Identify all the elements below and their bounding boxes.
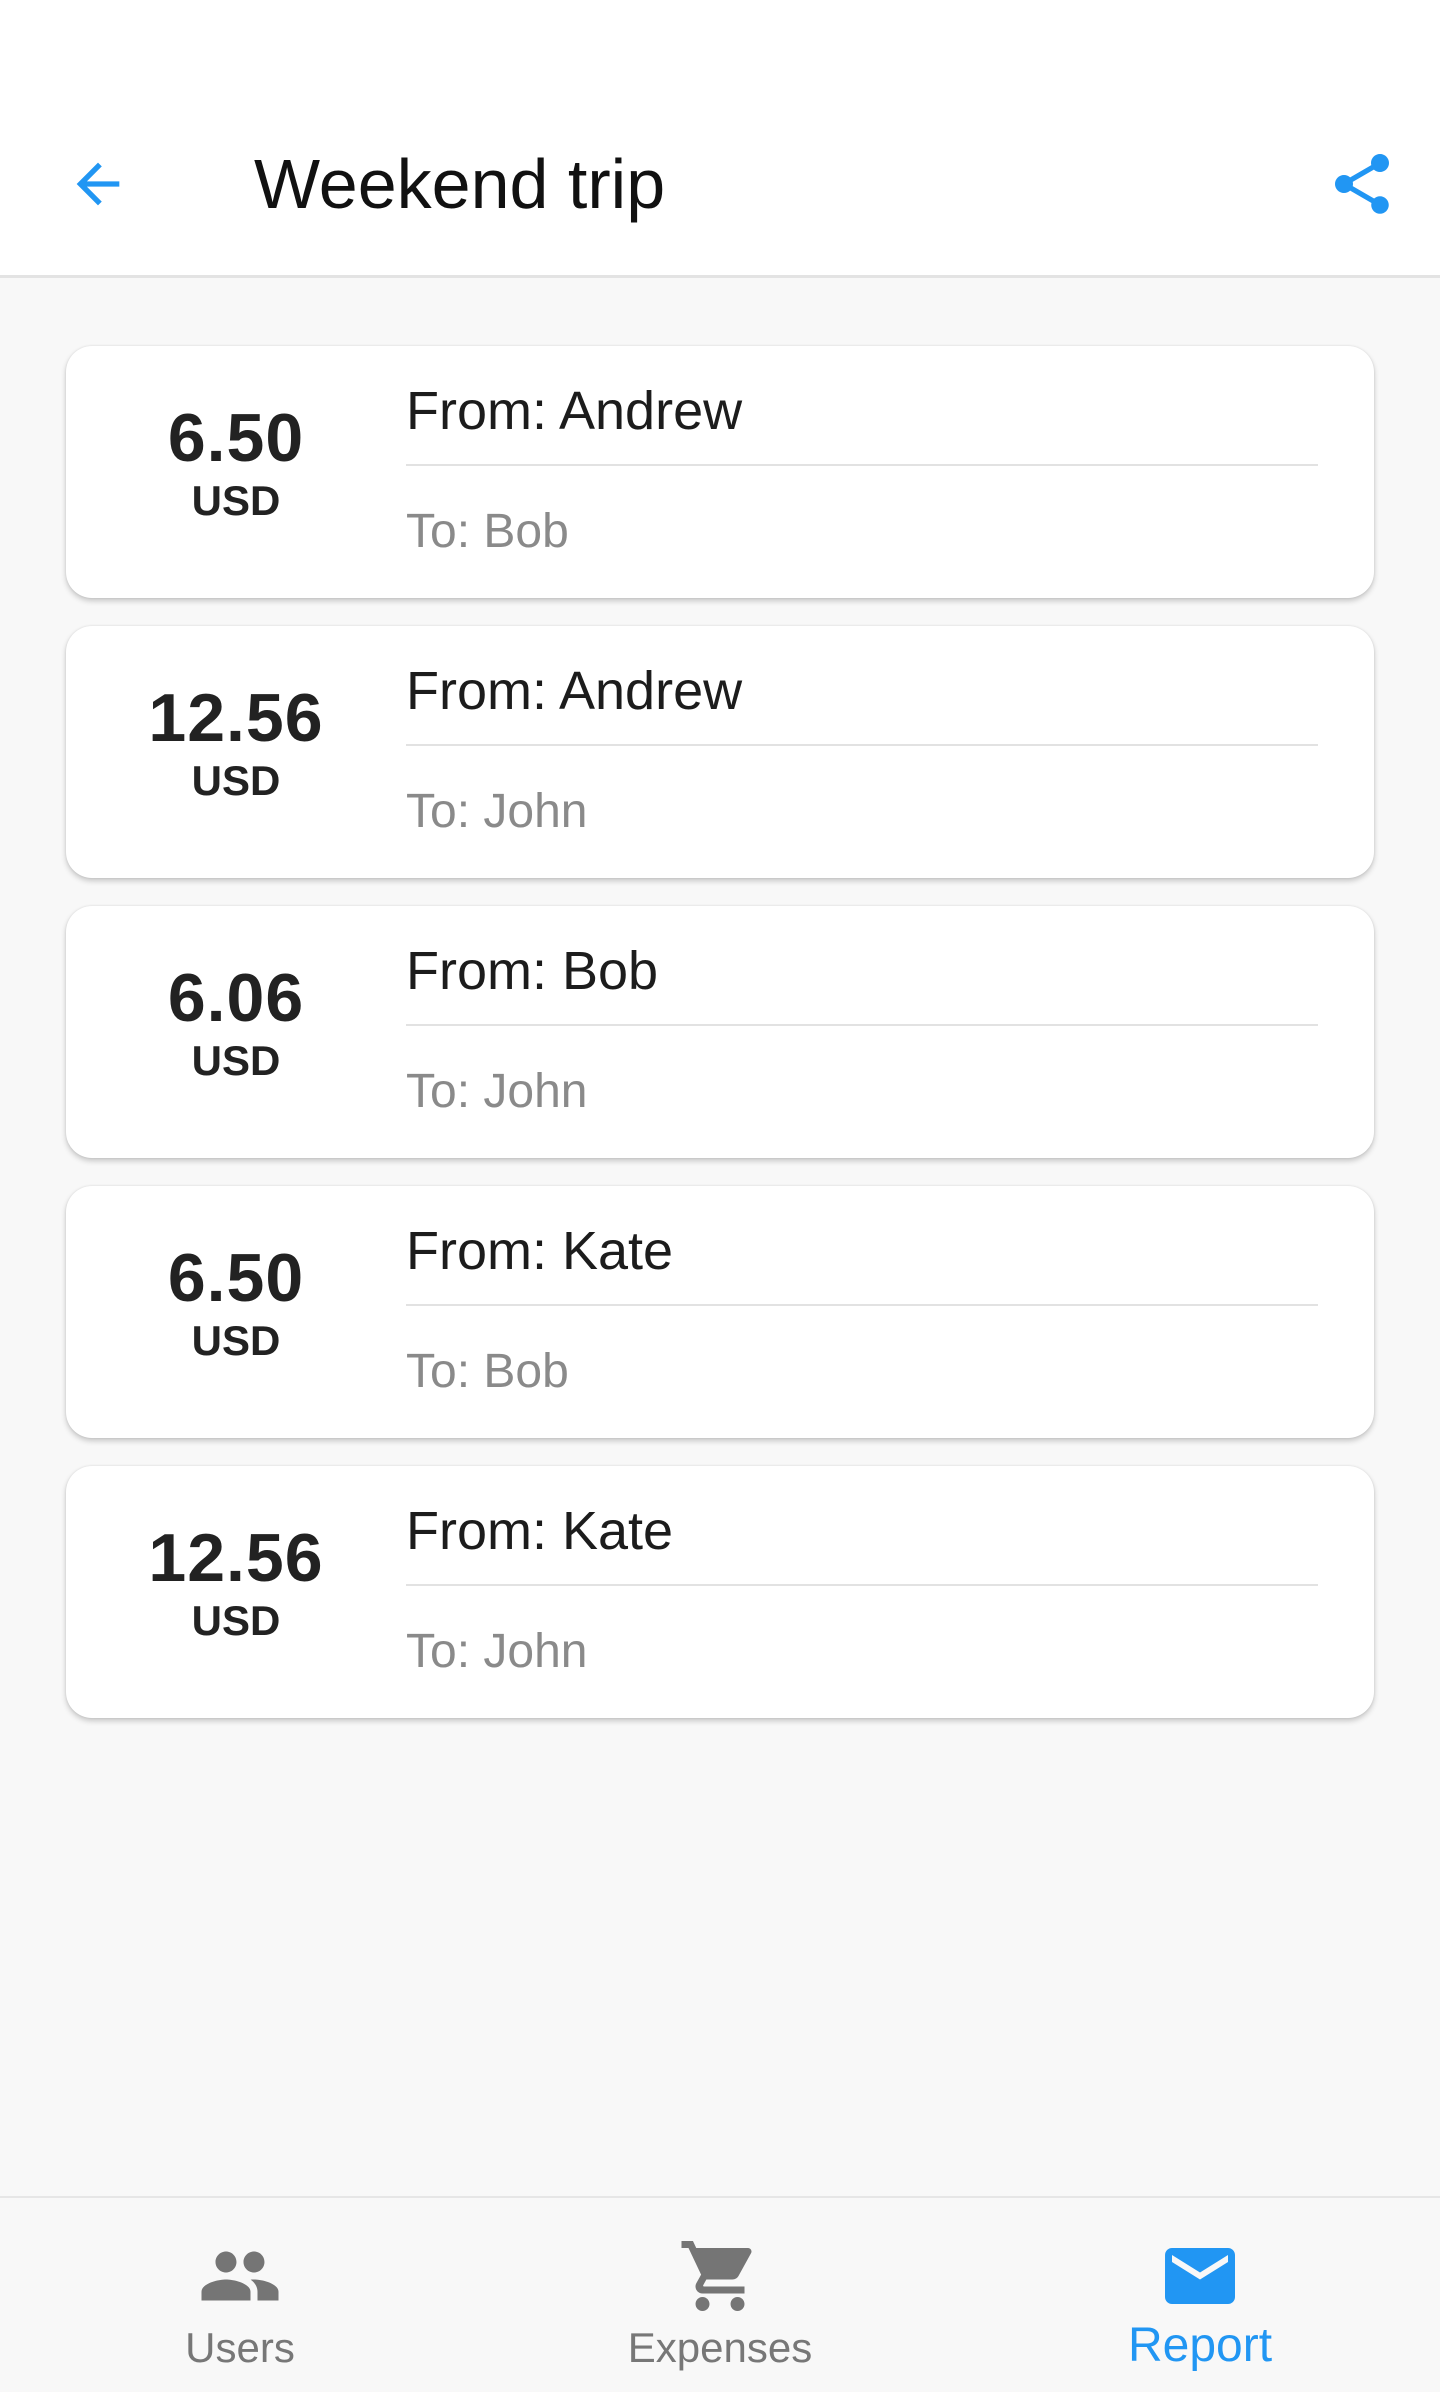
nav-item-report[interactable]: Report xyxy=(960,2198,1440,2392)
amount-currency: USD xyxy=(191,477,281,524)
status-bar xyxy=(0,0,1440,96)
transfer-list: 6.50 USD From: Andrew To: Bob 12.56 USD … xyxy=(66,346,1374,1746)
from-text: From: Kate xyxy=(406,1501,674,1561)
nav-item-users[interactable]: Users xyxy=(0,2198,480,2392)
to-text: To: John xyxy=(406,1625,588,1678)
transfer-details: From: Andrew To: John xyxy=(406,626,1318,878)
amount-value: 6.50 xyxy=(167,1240,305,1316)
transfer-card[interactable]: 12.56 USD From: Kate To: John xyxy=(66,1466,1374,1718)
amount-block: 6.06 USD xyxy=(66,964,406,1082)
amount-value: 6.50 xyxy=(167,400,305,476)
from-text: From: Andrew xyxy=(406,381,743,441)
transfer-card[interactable]: 6.50 USD From: Kate To: Bob xyxy=(66,1186,1374,1438)
transfer-details: From: Bob To: John xyxy=(406,906,1318,1158)
amount-currency: USD xyxy=(191,1597,281,1644)
cart-icon xyxy=(678,2238,762,2314)
transfer-details: From: Andrew To: Bob xyxy=(406,346,1318,598)
share-button[interactable] xyxy=(1314,136,1410,232)
amount-currency: USD xyxy=(191,1317,281,1364)
amount-block: 6.50 USD xyxy=(66,404,406,522)
bottom-navigation: Users Expenses Report xyxy=(0,2196,1440,2392)
transfer-details: From: Kate To: John xyxy=(406,1466,1318,1718)
transfer-card[interactable]: 6.06 USD From: Bob To: John xyxy=(66,906,1374,1158)
amount-currency: USD xyxy=(191,1037,281,1084)
transfer-card[interactable]: 12.56 USD From: Andrew To: John xyxy=(66,626,1374,878)
nav-label-users: Users xyxy=(185,2324,295,2371)
arrow-left-icon xyxy=(76,162,120,206)
share-icon xyxy=(1335,154,1389,214)
amount-block: 12.56 USD xyxy=(66,1524,406,1642)
back-button[interactable] xyxy=(50,136,146,232)
to-text: To: John xyxy=(406,785,588,838)
nav-item-expenses[interactable]: Expenses xyxy=(480,2198,960,2392)
transfer-details: From: Kate To: Bob xyxy=(406,1186,1318,1438)
from-row: From: Kate xyxy=(406,1221,1318,1306)
amount-block: 12.56 USD xyxy=(66,684,406,802)
from-row: From: Andrew xyxy=(406,661,1318,746)
app-bar: Weekend trip xyxy=(0,96,1440,278)
from-text: From: Bob xyxy=(406,941,659,1001)
from-row: From: Kate xyxy=(406,1501,1318,1586)
amount-value: 12.56 xyxy=(148,1520,324,1596)
amount-currency: USD xyxy=(191,757,281,804)
to-text: To: John xyxy=(406,1065,588,1118)
to-text: To: Bob xyxy=(406,1345,569,1398)
page-title: Weekend trip xyxy=(254,145,666,223)
from-text: From: Andrew xyxy=(406,661,743,721)
users-icon xyxy=(198,2238,282,2314)
transfer-card[interactable]: 6.50 USD From: Andrew To: Bob xyxy=(66,346,1374,598)
amount-block: 6.50 USD xyxy=(66,1244,406,1362)
from-row: From: Andrew xyxy=(406,381,1318,466)
mail-icon xyxy=(1158,2238,1242,2314)
amount-value: 6.06 xyxy=(167,960,305,1036)
from-text: From: Kate xyxy=(406,1221,674,1281)
to-text: To: Bob xyxy=(406,505,569,558)
nav-label-report: Report xyxy=(1127,2319,1273,2372)
nav-label-expenses: Expenses xyxy=(627,2324,813,2371)
from-row: From: Bob xyxy=(406,941,1318,1026)
amount-value: 12.56 xyxy=(148,680,324,756)
